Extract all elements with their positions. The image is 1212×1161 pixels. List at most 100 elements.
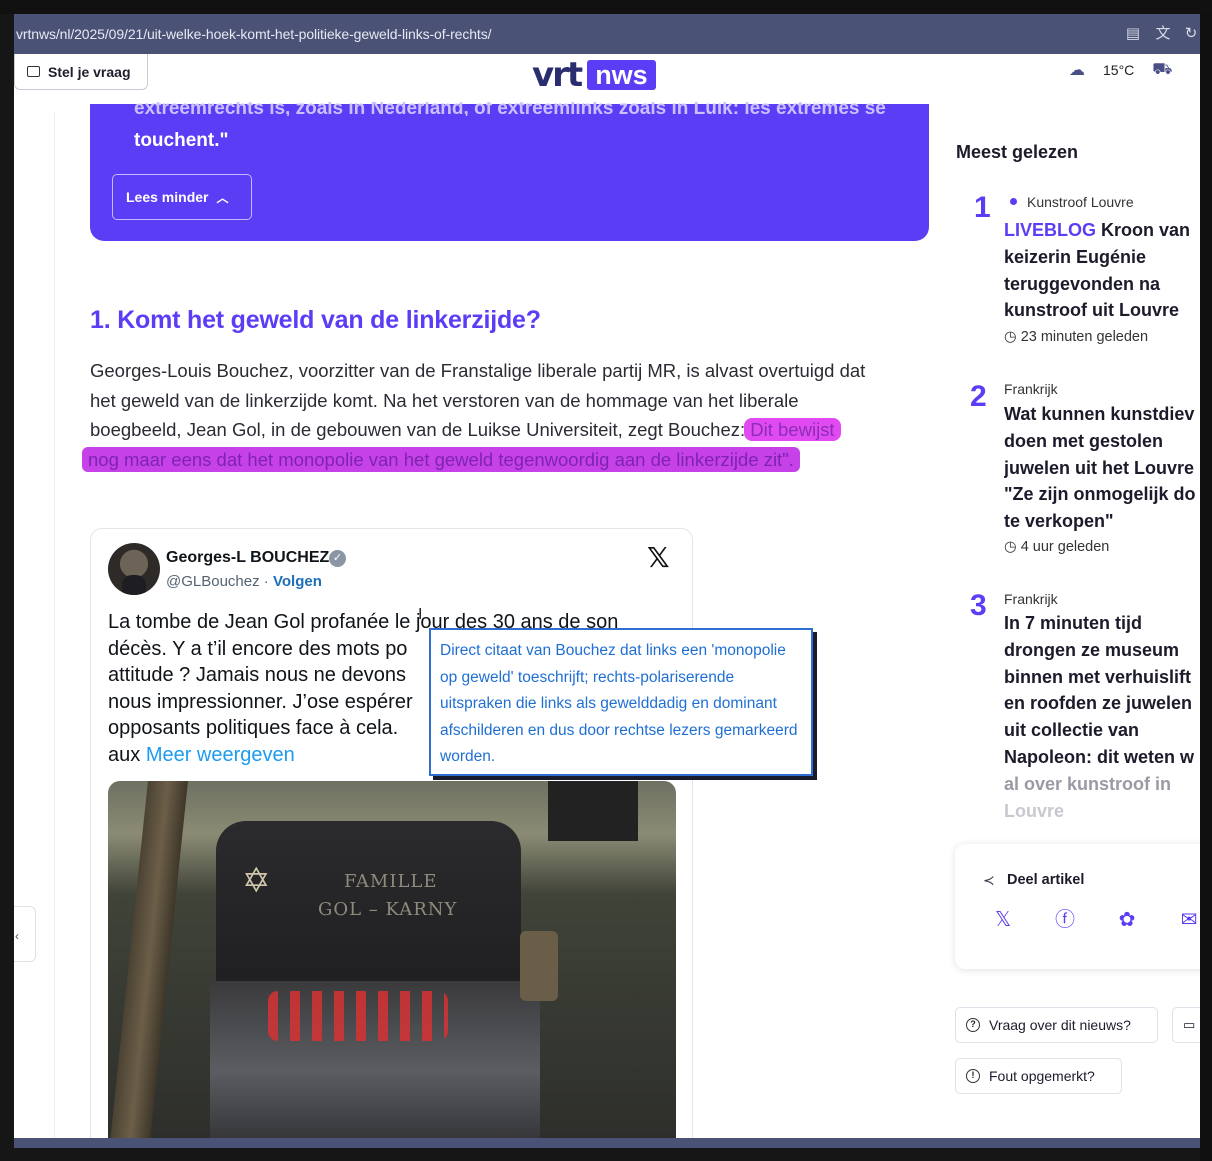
- webpage: Stel je vraag vrt nws ☁ 15°C ⛟ ‹ extreem…: [14, 54, 1200, 1138]
- reader-mode-icon[interactable]: ▤: [1124, 25, 1142, 43]
- annotation-tooltip: Direct citaat van Bouchez dat links een …: [429, 628, 813, 776]
- logo-nws: nws: [587, 60, 656, 90]
- tweet-line: attitude ? Jamais nous ne devons: [108, 664, 406, 686]
- title-line: uit collectie van: [1004, 720, 1140, 741]
- title-line: al over kunstroof in: [1004, 773, 1172, 794]
- title-line: keizerin Eugénie: [1004, 246, 1147, 267]
- title-line: en roofden ze juwelen: [1004, 693, 1193, 714]
- refresh-icon[interactable]: ↻: [1182, 25, 1200, 43]
- time-label: 23 minuten geleden: [1020, 329, 1149, 345]
- title-line: binnen met verhuislift: [1004, 666, 1192, 687]
- weather-cloud-icon: ☁: [1069, 62, 1085, 79]
- highlight-quote-start[interactable]: Dit bewijst: [744, 418, 841, 441]
- ask-question-label: Stel je vraag: [48, 63, 131, 80]
- question-about-news-button[interactable]: ? Vraag over dit nieuws?: [955, 1007, 1158, 1043]
- para-line-2: het geweld van de linkerzijde komt. Na h…: [90, 389, 799, 411]
- title-line: "Ze zijn onmogelijk do: [1004, 484, 1196, 505]
- star-of-david-icon: ✡: [242, 862, 271, 900]
- embedded-tweet[interactable]: Georges-L BOUCHEZ ✓ @GLBouchez · Volgen …: [90, 528, 693, 1138]
- title-line: In 7 minuten tijd: [1004, 613, 1142, 633]
- category-label: Kunstroof Louvre: [1027, 194, 1134, 210]
- follow-button[interactable]: Volgen: [273, 573, 322, 590]
- right-window-edge: [1200, 14, 1212, 1161]
- title-line: doen met gestolen: [1004, 430, 1164, 451]
- comment-icon: ▭: [1183, 1017, 1196, 1032]
- tweet-separator: ·: [259, 573, 273, 590]
- chevron-up-icon: ︿: [216, 190, 229, 205]
- quote-card: extreemrechts is, zoals in Nederland, of…: [90, 102, 929, 241]
- section-heading: 1. Komt het geweld van de linkerzijde?: [90, 306, 541, 334]
- bottom-window-bar: [14, 1138, 1200, 1148]
- photo-family-name: GOL – KARNY: [318, 899, 458, 920]
- error-pill-label: Fout opgemerkt?: [989, 1068, 1095, 1084]
- share-facebook-icon[interactable]: ⓕ: [1053, 908, 1077, 932]
- title-line: drongen ze museum: [1004, 639, 1180, 660]
- show-more-link[interactable]: Meer weergeven: [146, 744, 295, 766]
- logo-vrt: vrt: [532, 55, 583, 95]
- tweet-line: aux: [108, 743, 146, 766]
- share-bluesky-icon[interactable]: ✿: [1115, 908, 1139, 932]
- chat-icon: [27, 66, 40, 77]
- share-x-icon[interactable]: 𝕏: [991, 908, 1015, 932]
- share-icon: ≺: [983, 872, 995, 888]
- traffic-icon[interactable]: ⛟: [1152, 60, 1172, 80]
- title-line: Wat kunnen kunstdiev: [1004, 404, 1195, 424]
- title-line: Kroon van: [1101, 220, 1191, 240]
- avatar[interactable]: [108, 543, 160, 595]
- highlight-quote-end[interactable]: nog maar eens dat het monopolie van het …: [82, 446, 800, 472]
- quote-last-line: touchent.": [134, 130, 229, 151]
- tweet-author-name[interactable]: Georges-L BOUCHEZ: [166, 549, 329, 567]
- para-line-1: Georges-Louis Bouchez, voorzitter van de…: [90, 360, 866, 381]
- photo-stump: [520, 931, 558, 1001]
- para-line-3: boegbeeld, Jean Gol, in de gebouwen van …: [90, 419, 751, 440]
- most-read-rank-3: 3: [970, 589, 987, 622]
- share-email-icon[interactable]: ✉: [1177, 908, 1200, 932]
- title-line: Louvre: [1004, 800, 1065, 821]
- left-gutter-divider: [54, 112, 55, 1138]
- share-card: ≺ Deel artikel 𝕏 ⓕ ✿ ✉: [955, 844, 1200, 969]
- tweet-line: décès. Y a t’il encore des mots po: [108, 637, 408, 660]
- verified-badge-icon: ✓: [329, 550, 346, 567]
- weather-widget[interactable]: ☁ 15°C ⛟: [1069, 60, 1172, 80]
- vrt-nws-logo[interactable]: vrt nws: [532, 54, 656, 95]
- title-line: juwelen uit het Louvre: [1004, 457, 1195, 478]
- share-title: Deel artikel: [1007, 872, 1085, 888]
- question-icon: ?: [966, 1018, 980, 1032]
- most-read-time-2: ◷ 4 uur geleden: [1004, 539, 1109, 555]
- liveblog-label: LIVEBLOG: [1004, 220, 1097, 240]
- translate-icon[interactable]: 文: [1154, 25, 1172, 43]
- browser-url-bar[interactable]: vrtnws/nl/2025/09/21/uit-welke-hoek-komt…: [14, 14, 1200, 54]
- live-dot-icon: [1010, 197, 1017, 205]
- collapse-tab[interactable]: ‹: [14, 906, 36, 962]
- info-icon: !: [966, 1069, 980, 1083]
- most-read-category-3[interactable]: Frankrijk: [1004, 591, 1058, 607]
- most-read-category-1[interactable]: Kunstroof Louvre: [1010, 194, 1134, 210]
- article-paragraph: Georges-Louis Bouchez, voorzitter van de…: [82, 356, 935, 474]
- most-read-title: Meest gelezen: [956, 142, 1079, 162]
- tweet-photo-grave[interactable]: ✡ FAMILLE GOL – KARNY: [108, 781, 676, 1138]
- title-line: kunstroof uit Louvre: [1004, 300, 1179, 321]
- most-read-category-2[interactable]: Frankrijk: [1004, 381, 1058, 397]
- title-line: teruggevonden na: [1004, 273, 1161, 294]
- title-line: Napoleon: dit weten w: [1004, 746, 1195, 767]
- most-read-rank-2: 2: [970, 380, 987, 413]
- ask-question-button[interactable]: Stel je vraag: [14, 54, 148, 90]
- tweet-line: nous impressionner. J’ose espérer: [108, 690, 413, 713]
- quote-cut-line: extreemrechts is, zoals in Nederland, of…: [134, 102, 886, 116]
- most-read-time-1: ◷ 23 minuten geleden: [1004, 329, 1148, 345]
- report-error-button[interactable]: ! Fout opgemerkt?: [955, 1058, 1122, 1094]
- comment-button[interactable]: ▭: [1172, 1007, 1200, 1043]
- most-read-item-1[interactable]: LIVEBLOG Kroon van keizerin Eugénie teru…: [1004, 217, 1200, 324]
- x-logo-icon[interactable]: 𝕏: [647, 541, 670, 574]
- text-cursor-icon: I: [418, 606, 423, 623]
- question-pill-label: Vraag over dit nieuws?: [989, 1017, 1131, 1033]
- tweet-handle[interactable]: @GLBouchez: [166, 573, 260, 590]
- url-text[interactable]: vrtnws/nl/2025/09/21/uit-welke-hoek-komt…: [16, 26, 492, 42]
- most-read-item-3[interactable]: In 7 minuten tijd drongen ze museum binn…: [1004, 610, 1200, 824]
- photo-background-stone: [548, 781, 638, 841]
- most-read-item-2[interactable]: Wat kunnen kunstdiev doen met gestolen j…: [1004, 401, 1200, 535]
- most-read-rank-1: 1: [974, 191, 991, 224]
- tweet-handle-row: @GLBouchez · Volgen: [166, 573, 322, 590]
- read-less-button[interactable]: Lees minder ︿: [112, 174, 252, 220]
- clock-icon: ◷: [1004, 329, 1017, 345]
